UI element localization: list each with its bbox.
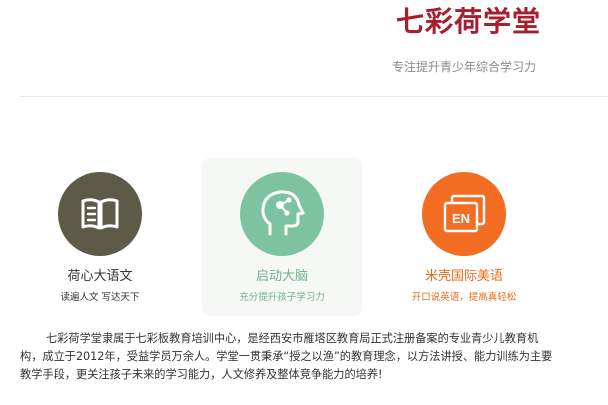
feature-icon-circle: EN <box>422 172 506 256</box>
feature-icon-circle <box>240 172 324 256</box>
brand-title: 七彩荷学堂 <box>396 5 542 38</box>
english-icon-label: EN <box>452 211 470 226</box>
feature-subtitle: 开口说英语，提高真轻松 <box>411 292 517 303</box>
feature-card-brain[interactable]: 启动大脑 充分提升孩子学习力 <box>202 158 362 316</box>
brand-slogan: 专注提升青少年综合学习力 <box>392 60 537 74</box>
feature-title: 荷心大语文 <box>67 269 133 284</box>
feature-card-chinese[interactable]: 荷心大语文 读遍人文 写达天下 <box>20 158 180 316</box>
header-divider <box>20 96 608 97</box>
english-icon: EN <box>443 194 486 233</box>
page: 七彩荷学堂 专注提升青少年综合学习力 荷心大语文 读遍人文 写达天下 启动大脑 … <box>0 0 608 405</box>
book-icon <box>81 198 119 230</box>
feature-subtitle: 读遍人文 写达天下 <box>60 292 140 303</box>
feature-title: 米壳国际美语 <box>424 269 503 284</box>
feature-card-english[interactable]: EN 米壳国际美语 开口说英语，提高真轻松 <box>384 158 544 316</box>
brain-icon <box>261 190 305 236</box>
feature-icon-circle <box>58 172 142 256</box>
intro-paragraph: 七彩荷学堂隶属于七彩板教育培训中心，是经西安市雁塔区教育局正式注册备案的专业青少… <box>20 332 553 381</box>
feature-subtitle: 充分提升孩子学习力 <box>239 292 325 303</box>
feature-title: 启动大脑 <box>255 269 308 284</box>
